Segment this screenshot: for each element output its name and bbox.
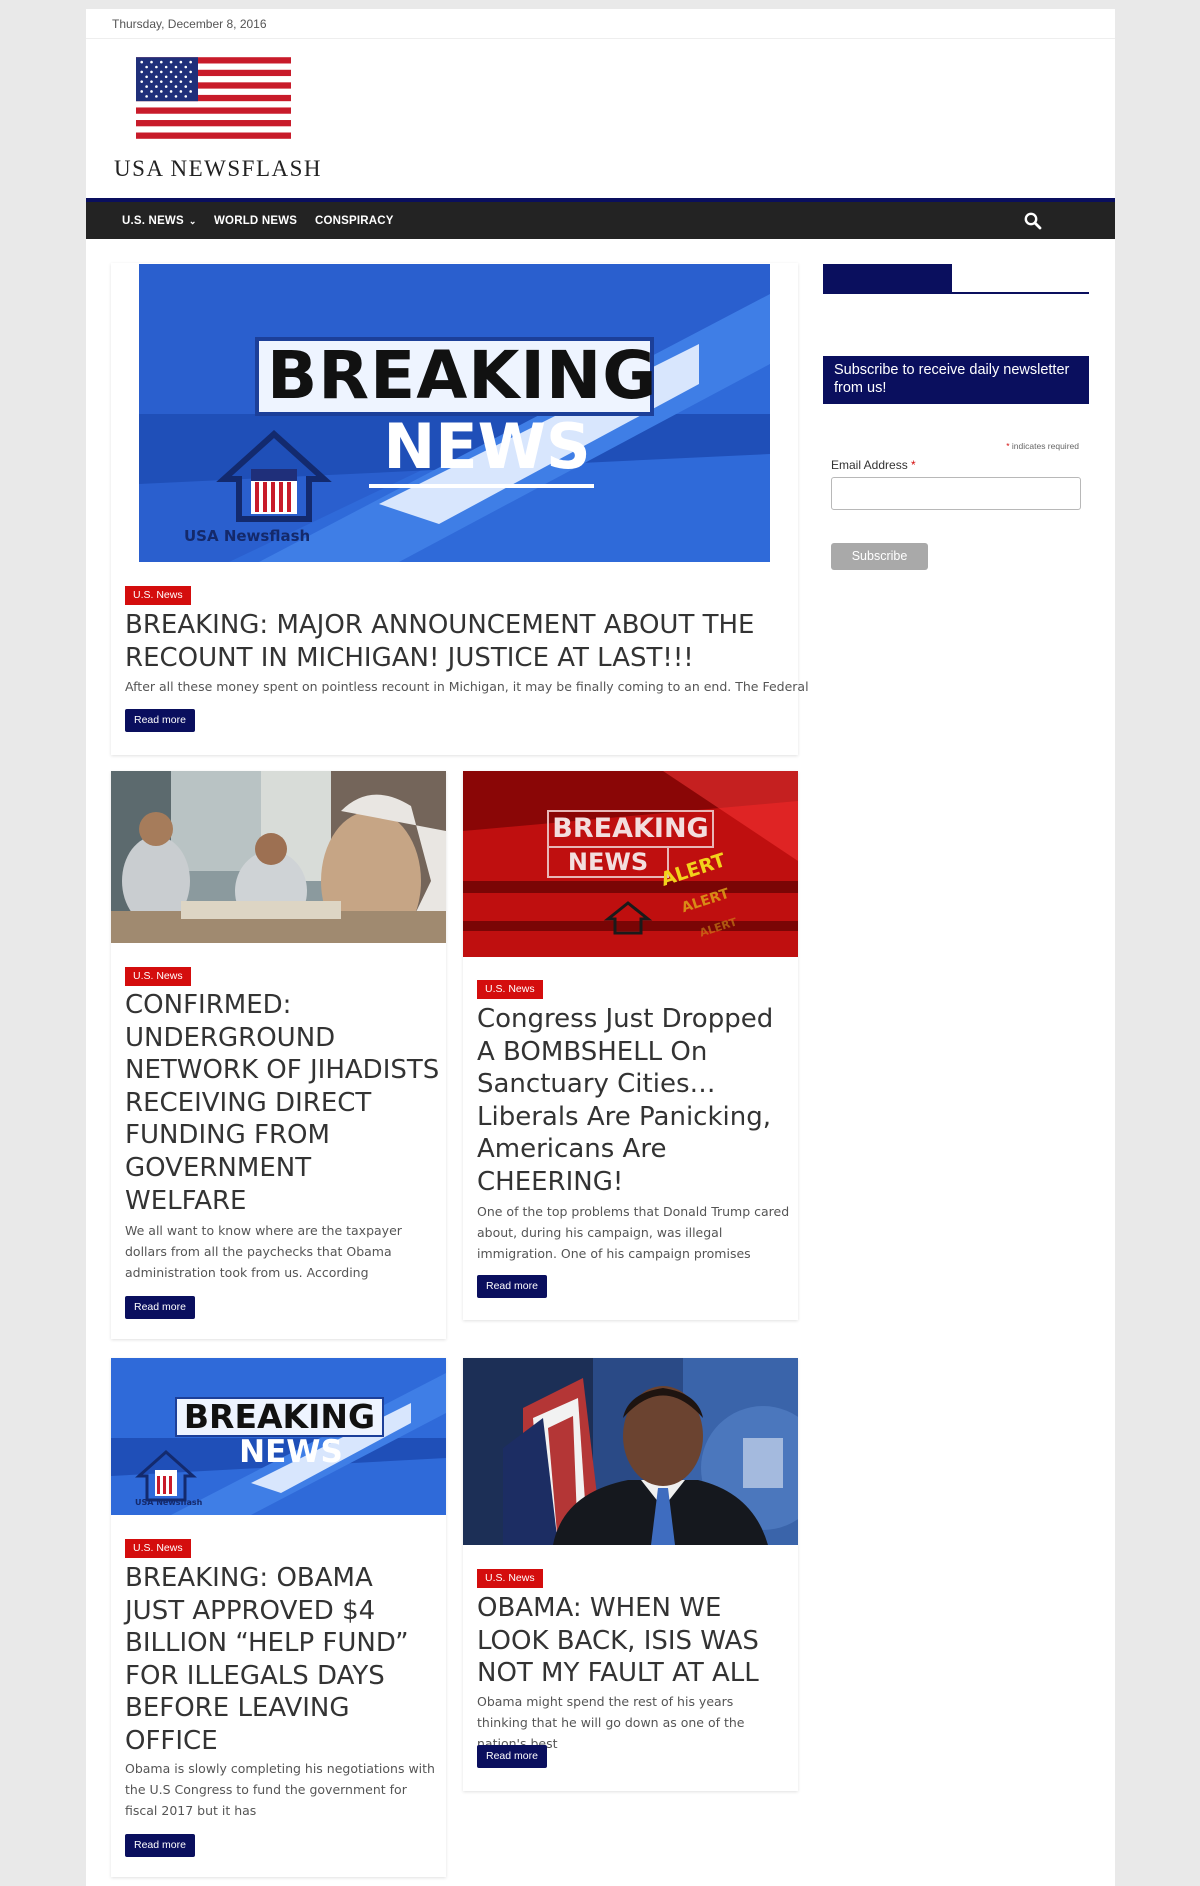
post-excerpt: We all want to know where are the taxpay…: [125, 1223, 402, 1280]
read-more-button[interactable]: Read more: [477, 1275, 547, 1298]
chevron-down-icon: ⌄: [188, 216, 197, 226]
breaking-text: BREAKING: [552, 813, 709, 844]
news-text: NEWS: [239, 1434, 343, 1470]
breaking-text: BREAKING: [183, 1397, 376, 1436]
read-more-button[interactable]: Read more: [125, 1834, 195, 1857]
search-icon[interactable]: [1023, 211, 1043, 231]
read-more-button[interactable]: Read more: [125, 709, 195, 732]
post-title[interactable]: BREAKING: MAJOR ANNOUNCEMENT ABOUT THE R…: [125, 609, 785, 675]
post-title[interactable]: CONFIRMED: UNDERGROUND NETWORK OF JIHADI…: [125, 989, 440, 1217]
post-title[interactable]: Congress Just Dropped A BOMBSHELL On San…: [477, 1003, 792, 1199]
post-title[interactable]: BREAKING: OBAMA JUST APPROVED $4 BILLION…: [125, 1562, 435, 1758]
email-field[interactable]: [831, 477, 1081, 510]
post-card: U.S. News OBAMA: WHEN WE LOOK BACK, ISIS…: [463, 1358, 798, 1791]
photo-men-counting-money: [111, 771, 446, 943]
us-flag-icon: [136, 57, 291, 139]
required-note: * indicates required: [906, 441, 1079, 451]
read-more-button[interactable]: Read more: [125, 1296, 195, 1319]
category-badge[interactable]: U.S. News: [125, 586, 191, 605]
read-more-button[interactable]: Read more: [477, 1745, 547, 1768]
brand-text: USA Newsflash: [135, 1498, 203, 1507]
category-badge[interactable]: U.S. News: [125, 967, 191, 986]
photo-obama-press-briefing: [463, 1358, 798, 1545]
news-text: NEWS: [567, 848, 649, 876]
post-excerpt: One of the top problems that Donald Trum…: [477, 1204, 790, 1261]
top-bar: Thursday, December 8, 2016: [86, 9, 1115, 39]
nav-item-world-news[interactable]: WORLD NEWS: [214, 215, 297, 227]
featured-post-card: BREAKING NEWS USA Newsflash U.S. News BR…: [111, 263, 809, 755]
post-image[interactable]: BREAKING NEWS USA Newsflash: [111, 1358, 446, 1515]
post-card: U.S. News CONFIRMED: UNDERGROUND NETWORK…: [111, 771, 446, 1339]
required-star: *: [911, 458, 916, 472]
post-card: BREAKING NEWS ALERT ALERT ALERT U.S. New…: [463, 771, 798, 1320]
category-badge[interactable]: U.S. News: [477, 980, 543, 999]
post-excerpt: After all these money spent on pointless…: [125, 679, 809, 694]
subscribe-button[interactable]: Subscribe: [831, 543, 928, 570]
category-badge[interactable]: U.S. News: [477, 1569, 543, 1588]
required-star: *: [1006, 441, 1010, 451]
required-note-text: indicates required: [1011, 441, 1079, 451]
newsletter-heading: Subscribe to receive daily newsletter fr…: [823, 356, 1089, 404]
post-title[interactable]: OBAMA: WHEN WE LOOK BACK, ISIS WAS NOT M…: [477, 1592, 777, 1690]
email-label-text: Email Address: [831, 458, 908, 472]
page: Thursday, December 8, 2016 USA NEWSFLASH…: [86, 9, 1115, 1886]
breaking-text: BREAKING: [267, 337, 658, 414]
email-label: Email Address *: [831, 458, 916, 472]
nav-item-us-news[interactable]: U.S. NEWS ⌄: [122, 215, 197, 227]
post-image[interactable]: [111, 771, 446, 943]
main-navigation: U.S. NEWS ⌄ WORLD NEWS CONSPIRACY: [86, 198, 1115, 239]
news-text: NEWS: [383, 410, 591, 483]
post-image[interactable]: BREAKING NEWS ALERT ALERT ALERT: [463, 771, 798, 957]
nav-item-label: U.S. NEWS: [122, 215, 184, 227]
post-card: BREAKING NEWS USA Newsflash U.S. News BR…: [111, 1358, 446, 1877]
post-excerpt: Obama is slowly completing his negotiati…: [125, 1761, 435, 1818]
sidebar-widget-title-tab: [823, 264, 952, 294]
brand-text: USA Newsflash: [184, 527, 311, 545]
site-title[interactable]: USA NEWSFLASH: [114, 156, 354, 182]
current-date: Thursday, December 8, 2016: [112, 17, 267, 31]
category-badge[interactable]: U.S. News: [125, 1539, 191, 1558]
sidebar-widget-underline: [823, 292, 1089, 294]
post-image[interactable]: [463, 1358, 798, 1545]
featured-post-image[interactable]: BREAKING NEWS USA Newsflash: [139, 264, 770, 562]
nav-item-conspiracy[interactable]: CONSPIRACY: [315, 215, 394, 227]
